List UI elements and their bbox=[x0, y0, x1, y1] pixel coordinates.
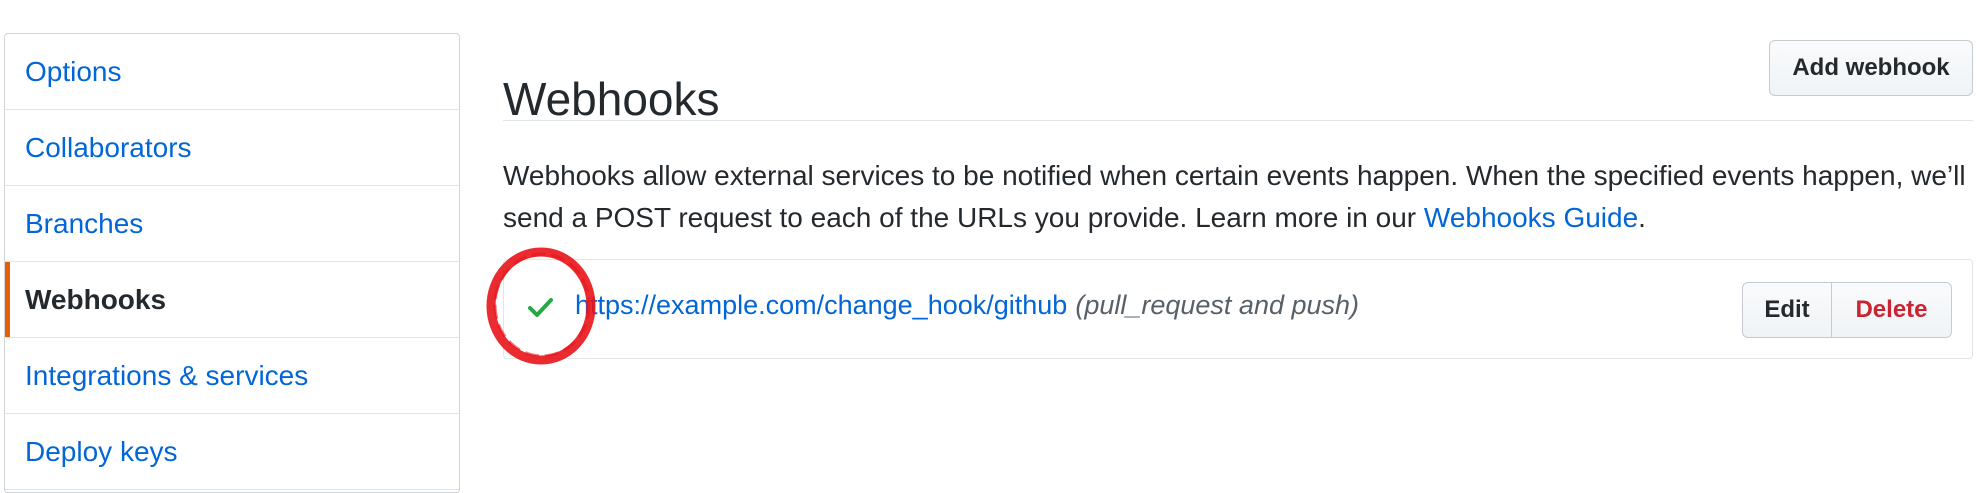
sidebar-item-label: Deploy keys bbox=[25, 435, 178, 467]
title-divider bbox=[503, 120, 1973, 121]
webhooks-guide-link[interactable]: Webhooks Guide bbox=[1424, 202, 1638, 233]
add-webhook-button[interactable]: Add webhook bbox=[1769, 40, 1973, 96]
check-icon bbox=[528, 298, 553, 317]
sidebar-item-branches[interactable]: Branches bbox=[5, 186, 459, 262]
webhook-list-item: https://example.com/change_hook/github (p… bbox=[503, 259, 1973, 359]
webhook-events: (pull_request and push) bbox=[1075, 290, 1360, 320]
delete-button[interactable]: Delete bbox=[1832, 282, 1952, 338]
sidebar-item-label: Collaborators bbox=[25, 131, 192, 163]
sidebar-item-webhooks[interactable]: Webhooks bbox=[5, 262, 459, 338]
settings-sidebar: Options Collaborators Branches Webhooks … bbox=[4, 33, 460, 493]
webhook-url: https://example.com/change_hook/github bbox=[575, 290, 1068, 320]
edit-button[interactable]: Edit bbox=[1742, 282, 1832, 338]
sidebar-item-label: Options bbox=[25, 55, 122, 87]
sidebar-item-collaborators[interactable]: Collaborators bbox=[5, 110, 459, 186]
sidebar-item-label: Webhooks bbox=[25, 283, 167, 315]
webhooks-description: Webhooks allow external services to be n… bbox=[503, 155, 1973, 239]
webhook-url-link[interactable]: https://example.com/change_hook/github (p… bbox=[575, 290, 1359, 321]
sidebar-item-integrations[interactable]: Integrations & services bbox=[5, 338, 459, 414]
webhook-actions: Edit Delete bbox=[1742, 282, 1952, 338]
description-end: . bbox=[1638, 202, 1646, 233]
sidebar-item-label: Integrations & services bbox=[25, 359, 309, 391]
sidebar-item-deploy-keys[interactable]: Deploy keys bbox=[5, 414, 459, 490]
description-text: Webhooks allow external services to be n… bbox=[503, 160, 1966, 233]
sidebar-item-options[interactable]: Options bbox=[5, 34, 459, 110]
sidebar-item-label: Branches bbox=[25, 207, 144, 239]
